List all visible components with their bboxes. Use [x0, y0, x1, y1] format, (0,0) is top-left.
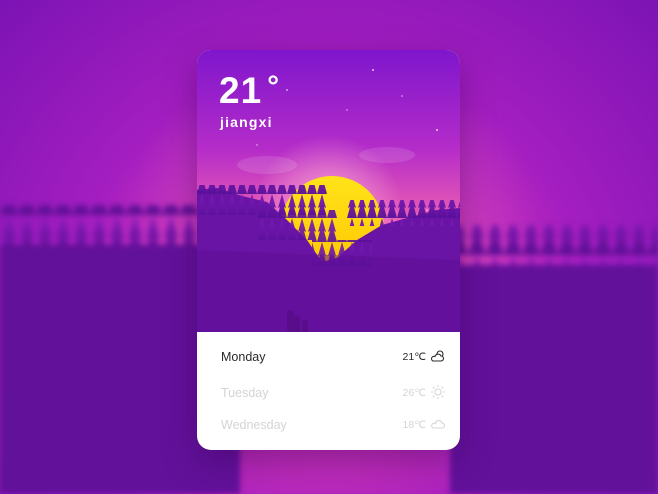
forecast-row-monday[interactable]: Monday 21℃ — [197, 342, 460, 374]
forecast-day: Wednesday — [221, 418, 287, 432]
forecast-temperature: 18℃ — [402, 419, 426, 431]
partly-cloudy-icon — [431, 350, 445, 362]
forecast-day: Tuesday — [221, 386, 269, 400]
forecast-list: Monday 21℃ Tuesday 26℃ Wednesday 18℃ — [197, 332, 460, 450]
forecast-row-tuesday[interactable]: Tuesday 26℃ — [197, 378, 460, 410]
weather-scene: 21 ° jiangxi — [197, 50, 460, 332]
cloud-icon — [431, 419, 446, 429]
forecast-row-wednesday[interactable]: Wednesday 18℃ — [197, 410, 460, 442]
forecast-temperature: 21℃ — [402, 351, 426, 363]
weather-card[interactable]: 21 ° jiangxi Monday 21℃ Tuesday 26℃ Wedn… — [197, 50, 460, 450]
sun-icon — [431, 385, 445, 399]
forecast-temperature: 26℃ — [402, 387, 426, 399]
forecast-day: Monday — [221, 350, 266, 364]
current-temperature: 21 ° — [219, 70, 281, 111]
city-name: jiangxi — [220, 114, 273, 130]
